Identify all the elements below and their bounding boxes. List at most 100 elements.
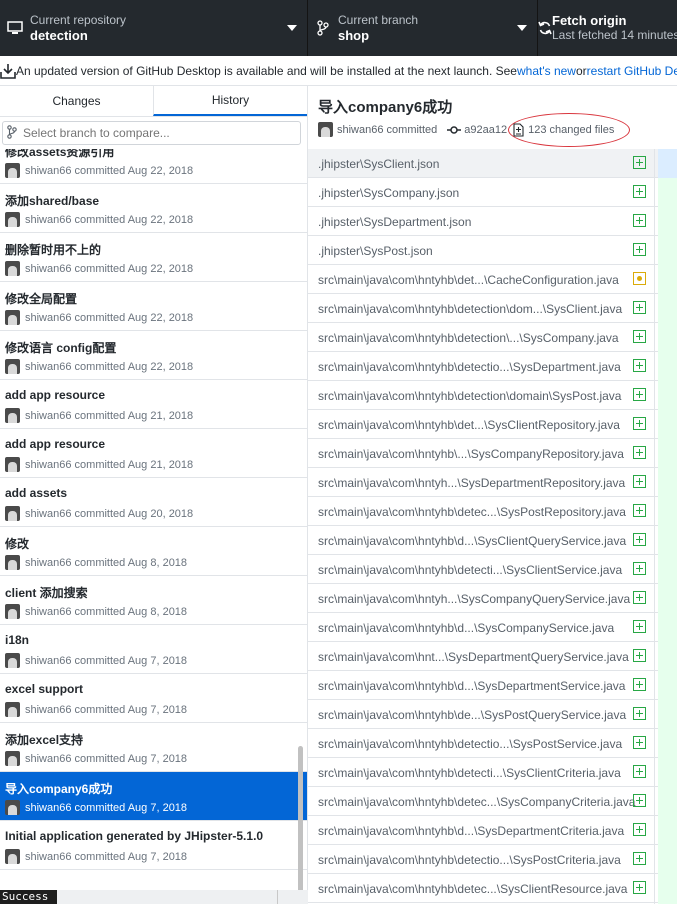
commit-summary: excel support [5,682,84,696]
commit-list-item[interactable]: 添加shared/base shiwan66 committed Aug 22, … [0,184,307,233]
commit-list-item[interactable]: 修改 shiwan66 committed Aug 8, 2018 [0,527,307,576]
file-path: src\main\java\com\hntyhb\det...\SysClien… [318,418,620,432]
commit-sha: a92aa12 [464,123,508,136]
file-path: src\main\java\com\hntyhb\det...\CacheCon… [318,273,619,287]
changed-file-row[interactable]: src\main\java\com\hntyhb\detec...\SysCom… [308,787,658,816]
file-added-icon [633,504,646,517]
changed-files-list: .jhipster\SysClient.json .jhipster\SysCom… [308,149,658,903]
commit-list-item[interactable]: Initial application generated by JHipste… [0,821,307,870]
file-added-icon [633,852,646,865]
avatar [5,359,20,374]
file-path: .jhipster\SysDepartment.json [318,215,472,229]
file-path: src\main\java\com\hntyhb\d...\SysCompany… [318,621,615,635]
commit-list-item[interactable]: 修改assets资源引用 shiwan66 committed Aug 22, 2… [0,149,307,184]
file-path: src\main\java\com\hntyhb\detec...\SysCom… [318,795,636,809]
avatar [5,751,20,766]
commit-list-item[interactable]: add app resource shiwan66 committed Aug 2… [0,380,307,429]
file-path: src\main\java\com\hntyhb\...\SysCompanyR… [318,447,624,461]
commit-list-scrollbar[interactable] [298,746,303,890]
changed-file-row[interactable]: src\main\java\com\hntyhb\d...\SysDepartm… [308,816,658,845]
current-branch-button[interactable]: Current branch shop [308,0,538,56]
changed-file-row[interactable]: src\main\java\com\hntyhb\de...\SysPostQu… [308,700,658,729]
file-added-icon [633,562,646,575]
changed-file-row[interactable]: .jhipster\SysPost.json [308,236,658,265]
commit-meta: shiwan66 committed Aug 20, 2018 [5,506,193,521]
branch-label: Current branch [338,13,419,27]
changed-file-row[interactable]: .jhipster\SysDepartment.json [308,207,658,236]
banner-or-text: or [575,63,587,78]
changed-file-row[interactable]: .jhipster\SysClient.json [308,149,658,178]
commit-list-item[interactable]: excel support shiwan66 committed Aug 7, 2… [0,674,307,723]
changed-file-row[interactable]: src\main\java\com\hntyhb\detection\dom..… [308,294,658,323]
commit-list-item[interactable]: 修改语言 config配置 shiwan66 committed Aug 22, … [0,331,307,380]
file-path: src\main\java\com\hnt...\SysDepartmentQu… [318,650,629,664]
changed-file-row[interactable]: .jhipster\SysCompany.json [308,178,658,207]
file-path: src\main\java\com\hntyhb\detection\dom..… [318,302,623,316]
divider [277,890,278,904]
file-added-icon [633,359,646,372]
fetch-origin-button[interactable]: Fetch origin Last fetched 14 minutes ago [538,0,677,56]
avatar [5,163,20,178]
changed-file-row[interactable]: src\main\java\com\hntyhb\detecti...\SysC… [308,555,658,584]
changed-file-row[interactable]: src\main\java\com\hntyhb\detectio...\Sys… [308,845,658,874]
changed-file-row[interactable]: src\main\java\com\hntyhb\d...\SysDepartm… [308,671,658,700]
branch-compare-input[interactable] [21,125,285,141]
fetch-origin-label: Fetch origin [552,13,627,28]
commit-summary: 修改assets资源引用 [5,149,115,159]
commit-list-item[interactable]: client 添加搜索 shiwan66 committed Aug 8, 201… [0,576,307,625]
commit-meta: shiwan66 committed Aug 7, 2018 [5,751,187,766]
changed-file-row[interactable]: src\main\java\com\hntyhb\detec...\SysPos… [308,497,658,526]
whats-new-link[interactable]: what's new [517,64,576,78]
current-repository-button[interactable]: Current repository detection [0,0,308,56]
changed-file-row[interactable]: src\main\java\com\hntyhb\d...\SysClientQ… [308,526,658,555]
changed-file-row[interactable]: src\main\java\com\hntyh...\SysCompanyQue… [308,584,658,613]
update-banner: An updated version of GitHub Desktop is … [0,56,677,86]
commit-author-date: shiwan66 committed Aug 21, 2018 [25,458,194,471]
changed-file-row[interactable]: src\main\java\com\hntyhb\det...\SysClien… [308,410,658,439]
commit-list-item[interactable]: 导入company6成功 shiwan66 committed Aug 7, 20… [0,772,307,821]
commit-list-item[interactable]: i18n shiwan66 committed Aug 7, 2018 [0,625,307,674]
tab-history[interactable]: History [153,86,307,116]
avatar [5,457,20,472]
changed-file-row[interactable]: src\main\java\com\hntyhb\detectio...\Sys… [308,352,658,381]
tab-changes[interactable]: Changes [0,86,153,116]
commit-meta: shiwan66 committed Aug 7, 2018 [5,702,187,717]
changed-file-row[interactable]: src\main\java\com\hntyhb\detec...\SysCli… [308,874,658,903]
file-added-icon [633,214,646,227]
file-path: src\main\java\com\hntyhb\detection\domai… [318,389,622,403]
avatar [5,653,20,668]
commit-details: 导入company6成功 shiwan66 committed a92aa12 … [308,86,677,904]
history-sidebar: Changes History 修改assets资源引用 shiwan66 com… [0,86,308,890]
file-path: src\main\java\com\hntyhb\d...\SysClientQ… [318,534,627,548]
commit-summary: add app resource [5,437,106,451]
changed-file-row[interactable]: src\main\java\com\hntyhb\detecti...\SysC… [308,758,658,787]
commit-summary: i18n [5,633,30,647]
changed-file-row[interactable]: src\main\java\com\hntyhb\detection\...\S… [308,323,658,352]
avatar [5,212,20,227]
changed-file-row[interactable]: src\main\java\com\hntyhb\d...\SysCompany… [308,613,658,642]
file-added-icon [633,301,646,314]
commit-summary: add assets [5,486,68,500]
branch-compare-field[interactable] [2,121,301,145]
avatar [5,261,20,276]
commit-list-item[interactable]: add app resource shiwan66 committed Aug 2… [0,429,307,478]
divider [654,149,655,904]
changed-file-row[interactable]: src\main\java\com\hntyhb\detectio...\Sys… [308,729,658,758]
commit-list-item[interactable]: 修改全局配置 shiwan66 committed Aug 22, 2018 [0,282,307,331]
changed-file-row[interactable]: src\main\java\com\hntyhb\detection\domai… [308,381,658,410]
restart-link[interactable]: restart GitHub Desktop [587,64,677,78]
commit-list-item[interactable]: 添加excel支持 shiwan66 committed Aug 7, 2018 [0,723,307,772]
changed-file-row[interactable]: src\main\java\com\hntyhb\...\SysCompanyR… [308,439,658,468]
file-added-icon [633,823,646,836]
file-added-icon [633,446,646,459]
changed-file-row[interactable]: src\main\java\com\hntyhb\det...\CacheCon… [308,265,658,294]
commit-list-item[interactable]: 删除暂时用不上的 shiwan66 committed Aug 22, 2018 [0,233,307,282]
branch-icon [7,124,17,142]
commit-author-date: shiwan66 committed Aug 22, 2018 [25,213,194,226]
changed-file-row[interactable]: src\main\java\com\hnt...\SysDepartmentQu… [308,642,658,671]
file-path: src\main\java\com\hntyhb\detectio...\Sys… [318,360,621,374]
commit-summary: 修改语言 config配置 [5,341,117,355]
commit-meta: shiwan66 committed Aug 22, 2018 [5,163,193,178]
commit-list-item[interactable]: add assets shiwan66 committed Aug 20, 201… [0,478,307,527]
changed-file-row[interactable]: src\main\java\com\hntyh...\SysDepartment… [308,468,658,497]
